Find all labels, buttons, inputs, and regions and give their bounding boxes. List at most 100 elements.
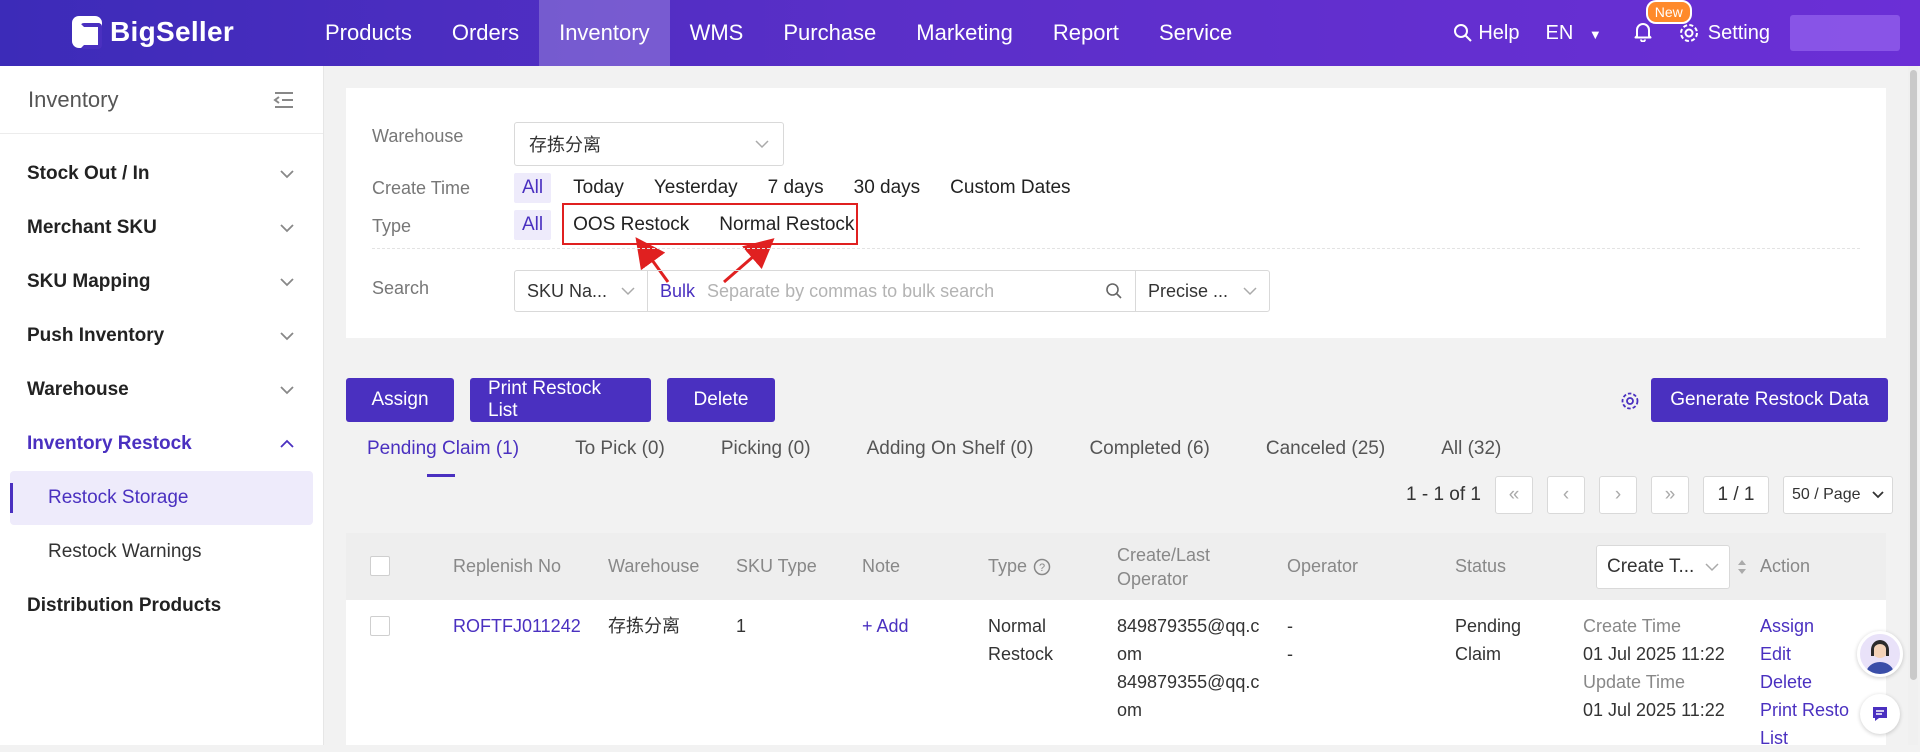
chevron-down-icon: [1243, 286, 1257, 295]
page-size-value: 50 / Page: [1792, 486, 1861, 503]
setting-button[interactable]: Setting: [1678, 22, 1770, 45]
nav-purchase[interactable]: Purchase: [763, 0, 896, 66]
nav-wms[interactable]: WMS: [670, 0, 764, 66]
sidebar-item-distribution-products[interactable]: Distribution Products: [0, 579, 323, 633]
th-warehouse: Warehouse: [608, 556, 700, 576]
double-chevron-left-icon: «: [1508, 484, 1520, 505]
sidebar-item-stock-out-in[interactable]: Stock Out / In: [0, 147, 323, 201]
row-print-restock-list-link[interactable]: Print Resto: [1760, 700, 1849, 720]
tab-picking[interactable]: Picking (0): [721, 438, 811, 460]
agent-avatar-icon: [1866, 640, 1894, 674]
nav-inventory[interactable]: Inventory: [539, 0, 670, 66]
column-settings-button[interactable]: [1620, 391, 1640, 416]
search-input[interactable]: Bulk Separate by commas to bulk search: [648, 271, 1136, 311]
page-indicator[interactable]: 1 / 1: [1703, 476, 1769, 514]
th-note: Note: [862, 556, 901, 576]
collapse-menu-icon[interactable]: [273, 91, 295, 109]
table-body: ROFTFJ011242 存拣分离 1 + Add Normal Restock …: [346, 600, 1886, 748]
language-selector[interactable]: EN ▼: [1546, 22, 1602, 45]
sidebar-subitem-restock-warnings[interactable]: Restock Warnings: [10, 525, 313, 579]
delete-button[interactable]: Delete: [667, 378, 775, 422]
chevron-down-icon: [1705, 562, 1719, 571]
nav-service[interactable]: Service: [1139, 0, 1252, 66]
sort-field-value: Create T...: [1607, 556, 1695, 577]
gear-icon: [1679, 24, 1698, 42]
sidebar-item-warehouse[interactable]: Warehouse: [0, 363, 323, 417]
sidebar-header: Inventory: [0, 66, 323, 134]
sidebar-item-push-inventory[interactable]: Push Inventory: [0, 309, 323, 363]
th-action: Action: [1760, 556, 1811, 576]
chat-icon: [1873, 707, 1887, 721]
cell-operator: - -: [1287, 612, 1293, 668]
sort-toggle-icon[interactable]: [1737, 559, 1747, 575]
add-note-link[interactable]: + Add: [862, 612, 909, 640]
th-replenish-no: Replenish No: [453, 556, 562, 576]
row-print-restock-list-link-line2[interactable]: List: [1760, 728, 1788, 748]
sidebar-item-label: Stock Out / In: [27, 163, 150, 184]
tab-all[interactable]: All (32): [1441, 438, 1501, 460]
search-icon[interactable]: [1105, 282, 1123, 300]
assign-button[interactable]: Assign: [346, 378, 454, 422]
sidebar-item-label: Warehouse: [27, 379, 129, 400]
main-nav: Products Orders Inventory WMS Purchase M…: [305, 0, 1252, 66]
tab-completed[interactable]: Completed (6): [1089, 438, 1209, 460]
chevron-down-icon: [1872, 491, 1884, 499]
th-create-last-operator-line2: Operator: [1117, 569, 1189, 589]
creator-email-line1: 849879355@qq.c: [1117, 616, 1260, 636]
page-size-select[interactable]: 50 / Page: [1783, 476, 1893, 514]
replenish-no-link[interactable]: ROFTFJ011242: [453, 612, 581, 640]
support-agent-avatar[interactable]: [1857, 631, 1903, 677]
row-edit-link[interactable]: Edit: [1760, 644, 1791, 664]
first-page-button[interactable]: «: [1495, 476, 1533, 514]
help-circle-icon[interactable]: ?: [1033, 558, 1051, 576]
row-delete-link[interactable]: Delete: [1760, 672, 1812, 692]
search-group: SKU Na... Bulk Separate by commas to bul…: [514, 270, 1270, 312]
row-assign-link[interactable]: Assign: [1760, 616, 1814, 636]
bigseller-logo[interactable]: BigSeller: [72, 16, 234, 49]
tab-pending-claim[interactable]: Pending Claim (1): [367, 438, 519, 477]
page-scrollbar-thumb[interactable]: [1910, 70, 1917, 680]
chevron-left-icon: ‹: [1562, 484, 1570, 505]
sidebar-item-label: Inventory Restock: [27, 433, 192, 454]
notification-button[interactable]: New: [1632, 0, 1692, 47]
generate-restock-data-button[interactable]: Generate Restock Data: [1651, 378, 1888, 422]
account-avatar[interactable]: [1790, 15, 1900, 51]
next-page-button[interactable]: ›: [1599, 476, 1637, 514]
prev-page-button[interactable]: ‹: [1547, 476, 1585, 514]
last-page-button[interactable]: »: [1651, 476, 1689, 514]
th-create-last-operator: Create/Last Operator: [1117, 543, 1210, 591]
sidebar-item-label: Distribution Products: [27, 595, 222, 616]
bulk-search-link[interactable]: Bulk: [660, 281, 695, 302]
cell-sku-type: 1: [736, 616, 747, 636]
sidebar-item-sku-mapping[interactable]: SKU Mapping: [0, 255, 323, 309]
match-mode-select[interactable]: Precise ...: [1136, 271, 1269, 311]
sort-field-select[interactable]: Create T...: [1596, 545, 1730, 589]
cell-warehouse: 存拣分离: [608, 616, 680, 636]
nav-marketing[interactable]: Marketing: [896, 0, 1033, 66]
filter-divider: [372, 248, 1860, 249]
select-all-checkbox[interactable]: [370, 556, 390, 576]
chat-button[interactable]: [1860, 694, 1900, 734]
last-operator-email-line1: 849879355@qq.c: [1117, 672, 1260, 692]
cell-create-last-operator: 849879355@qq.c om 849879355@qq.c om: [1117, 612, 1259, 724]
create-time-label: Create Time: [1583, 616, 1682, 636]
operator-line2: -: [1287, 644, 1293, 664]
nav-products[interactable]: Products: [305, 0, 432, 66]
nav-orders[interactable]: Orders: [432, 0, 539, 66]
nav-report[interactable]: Report: [1033, 0, 1139, 66]
row-checkbox[interactable]: [370, 616, 390, 636]
sidebar-item-merchant-sku[interactable]: Merchant SKU: [0, 201, 323, 255]
tab-canceled[interactable]: Canceled (25): [1266, 438, 1385, 460]
th-create-last-operator-line1: Create/Last: [1117, 545, 1211, 565]
help-link[interactable]: Help: [1453, 22, 1520, 45]
double-chevron-right-icon: »: [1664, 484, 1676, 505]
tab-to-pick[interactable]: To Pick (0): [575, 438, 665, 460]
sidebar-item-inventory-restock[interactable]: Inventory Restock: [0, 417, 323, 471]
top-navigation-bar: BigSeller Products Orders Inventory WMS …: [0, 0, 1920, 66]
sidebar: Inventory Stock Out / In Merchant SKU SK…: [0, 66, 324, 745]
sidebar-subitem-restock-storage[interactable]: Restock Storage: [10, 471, 313, 525]
cell-status: Pending Claim: [1455, 612, 1521, 668]
print-restock-list-button[interactable]: Print Restock List: [470, 378, 651, 422]
search-field-select[interactable]: SKU Na...: [515, 271, 648, 311]
tab-adding-on-shelf[interactable]: Adding On Shelf (0): [867, 438, 1034, 460]
